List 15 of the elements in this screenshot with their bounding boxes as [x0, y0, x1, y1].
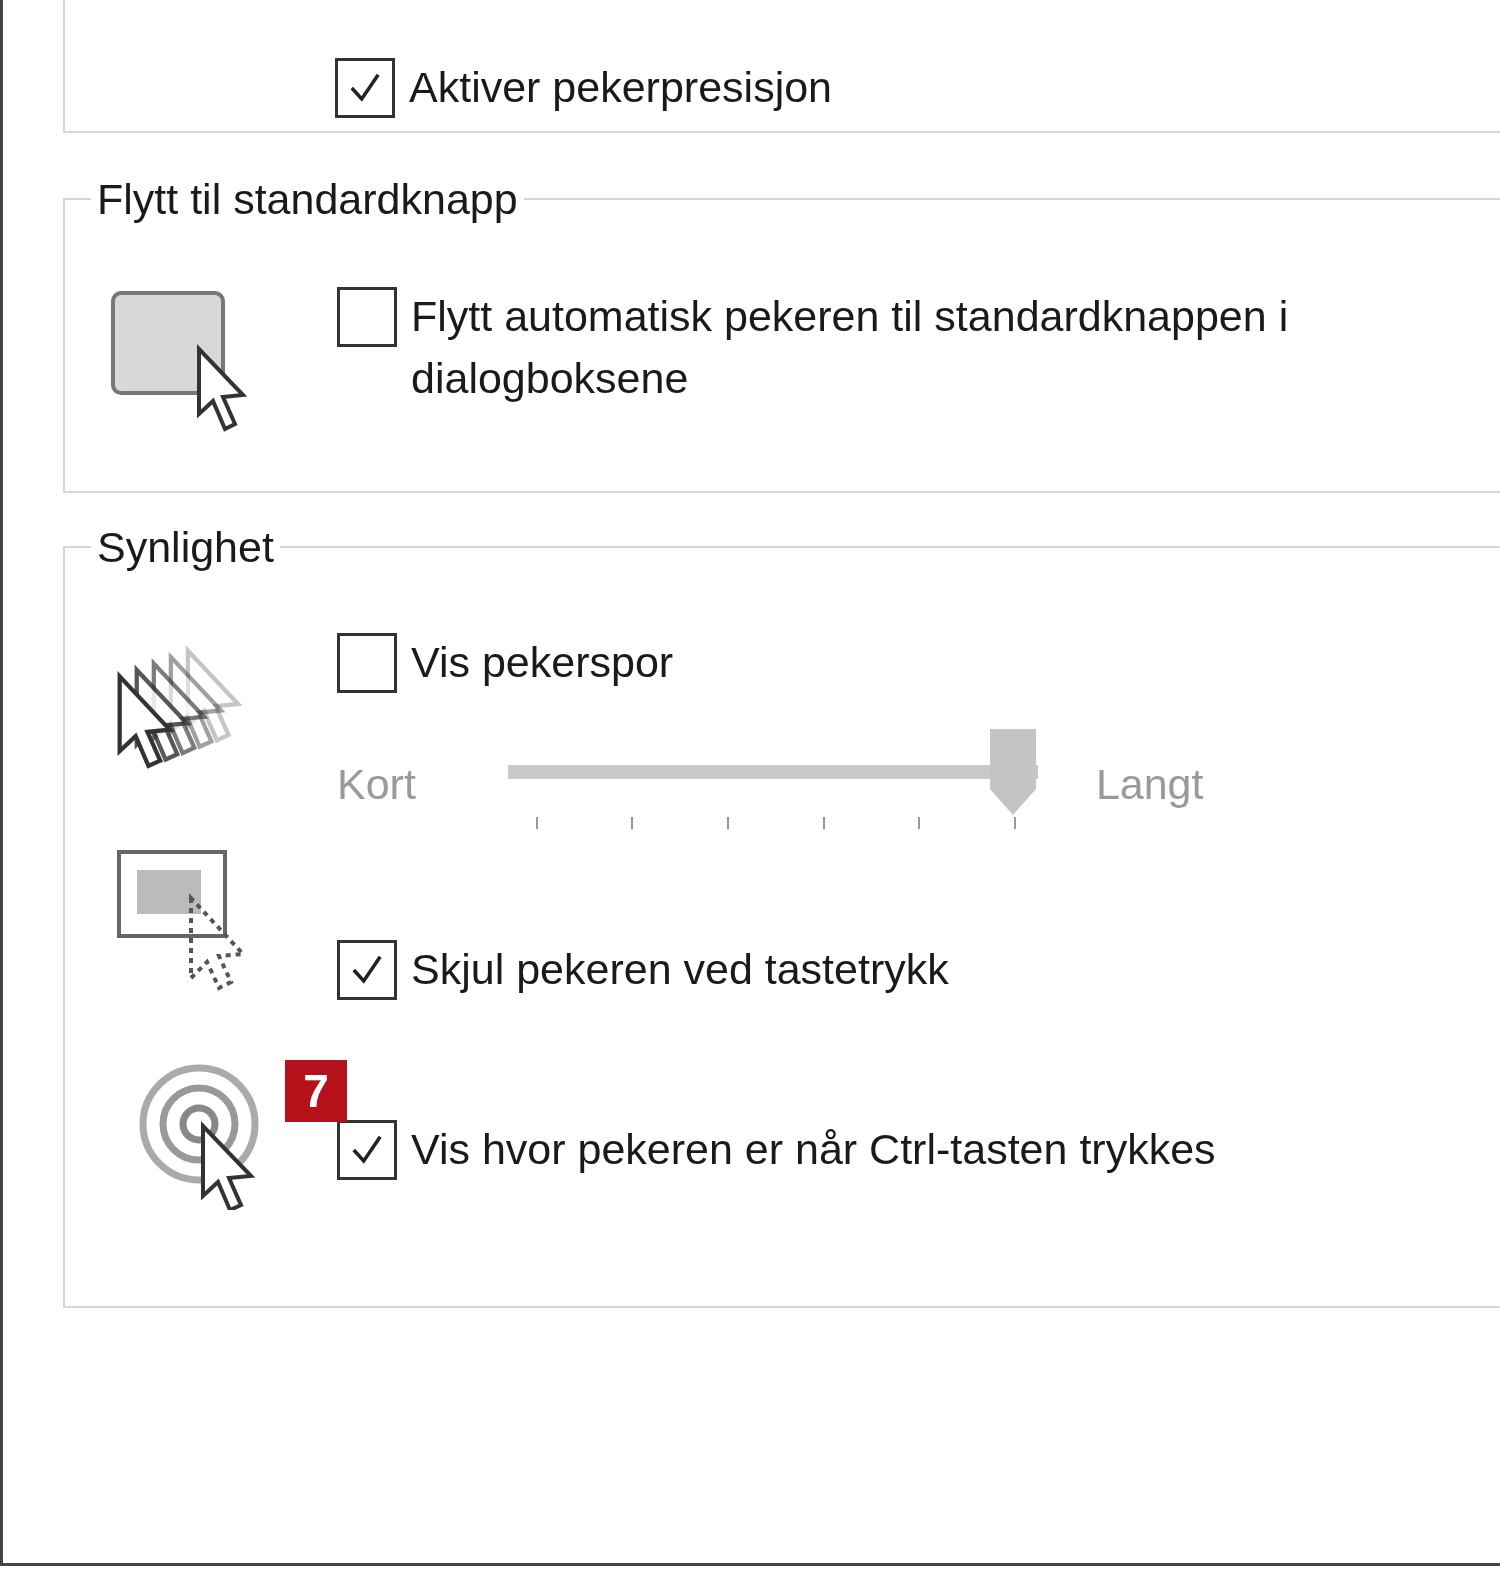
checkbox[interactable]	[337, 1120, 397, 1180]
slider-min-label: Kort	[337, 759, 416, 809]
checkbox-label[interactable]: Aktiver pekerpresisjon	[409, 56, 832, 118]
group-title: Flytt til standardknapp	[96, 174, 519, 225]
checkbox-label[interactable]: Flytt automatisk pekeren til standardknappen i dialogboksene	[411, 285, 1471, 409]
checkbox[interactable]	[337, 940, 397, 1000]
checkbox[interactable]	[335, 58, 395, 118]
slider-max-label: Langt	[1095, 759, 1204, 809]
checkbox[interactable]	[337, 287, 397, 347]
checkbox[interactable]	[337, 633, 397, 693]
checkbox-label[interactable]: Vis hvor pekeren er når Ctrl-tasten trykkes	[411, 1118, 1216, 1180]
checkbox-label[interactable]: Vis pekerspor	[411, 631, 674, 693]
checkbox-label[interactable]: Skjul pekeren ved tastetrykk	[411, 938, 949, 1000]
group-title: Synlighet	[96, 522, 275, 573]
step-badge: 7	[285, 1060, 347, 1122]
